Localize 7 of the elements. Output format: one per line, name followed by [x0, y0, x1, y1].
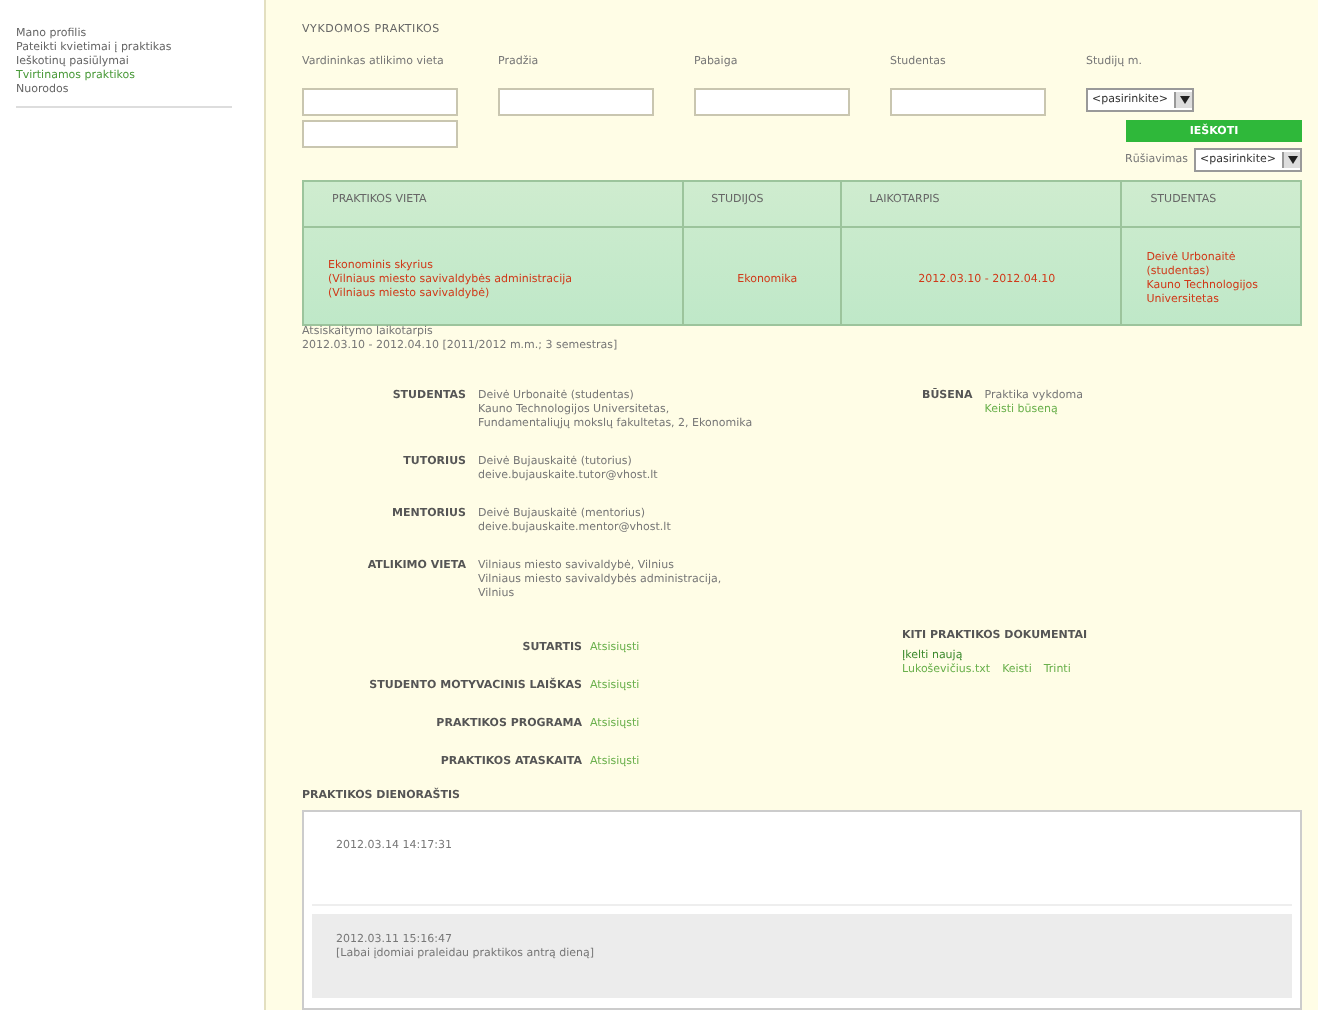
input-field[interactable]: [498, 88, 654, 116]
input-field[interactable]: [302, 120, 458, 148]
input-field[interactable]: [302, 88, 458, 116]
caret-icon: [1287, 156, 1297, 164]
input-field[interactable]: [694, 88, 850, 116]
input-field[interactable]: [890, 88, 1046, 116]
caret-icon: [1179, 96, 1190, 104]
